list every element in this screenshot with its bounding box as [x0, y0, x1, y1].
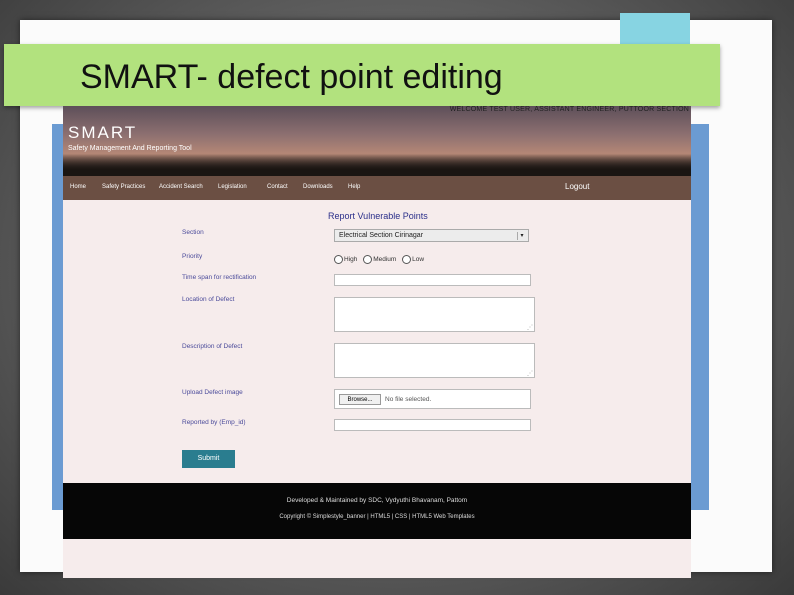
site-tagline: Safety Management And Reporting Tool: [68, 145, 192, 152]
site-logo: SMART: [68, 123, 138, 142]
priority-medium-label: Medium: [373, 256, 397, 263]
location-textarea[interactable]: ⋰: [334, 297, 535, 332]
submit-button[interactable]: Submit: [182, 450, 235, 468]
upload-label: Upload Defect image: [182, 389, 243, 396]
timespan-label: Time span for rectification: [182, 274, 257, 281]
nav-accident-search[interactable]: Accident Search: [159, 184, 203, 190]
welcome-text: WELCOME TEST USER, ASSISTANT ENGINEER, P…: [449, 106, 689, 113]
reported-by-input[interactable]: [334, 419, 531, 431]
form-title: Report Vulnerable Points: [328, 211, 428, 221]
nav-legislation[interactable]: Legislation: [218, 184, 247, 190]
website-screenshot: WELCOME TEST USER, ASSISTANT ENGINEER, P…: [63, 106, 691, 578]
slide-title-bar: SMART- defect point editing: [4, 44, 720, 106]
footer-credit: Developed & Maintained by SDC, Vydyuthi …: [286, 497, 468, 504]
slide-background: SMART- defect point editing WELCOME TEST…: [0, 0, 794, 595]
priority-low-radio[interactable]: [402, 255, 412, 264]
logout-link[interactable]: Logout: [565, 182, 589, 191]
priority-high-label: High: [344, 256, 358, 263]
nav-contact[interactable]: Contact: [267, 184, 288, 190]
priority-medium-radio[interactable]: [363, 255, 373, 264]
decorative-cyan-block: [620, 13, 690, 47]
resize-grip-icon[interactable]: ⋰: [527, 324, 533, 331]
nav-safety-practices[interactable]: Safety Practices: [102, 184, 145, 190]
footer-copyright: Copyright © Simplestyle_banner | HTML5 |…: [279, 514, 475, 520]
section-select[interactable]: Electrical Section Cirinagar ▾: [334, 229, 529, 242]
priority-radio-group: High Medium Low: [334, 255, 428, 264]
nav-downloads[interactable]: Downloads: [303, 184, 333, 190]
resize-grip-icon[interactable]: ⋰: [527, 370, 533, 377]
upload-file-input[interactable]: Browse... No file selected.: [334, 389, 531, 409]
timespan-input[interactable]: [334, 274, 531, 286]
description-label: Description of Defect: [182, 343, 243, 350]
description-textarea[interactable]: ⋰: [334, 343, 535, 378]
chevron-down-icon: ▾: [517, 232, 526, 240]
browse-button[interactable]: Browse...: [339, 394, 381, 405]
priority-low-label: Low: [412, 256, 425, 263]
section-label: Section: [182, 229, 204, 236]
site-footer: Developed & Maintained by SDC, Vydyuthi …: [63, 483, 691, 539]
site-banner: WELCOME TEST USER, ASSISTANT ENGINEER, P…: [63, 106, 691, 176]
nav-help[interactable]: Help: [348, 184, 360, 190]
nav-home[interactable]: Home: [70, 184, 86, 190]
reported-by-label: Reported by (Emp_id): [182, 419, 246, 426]
priority-label: Priority: [182, 253, 203, 260]
main-nav: Home Safety Practices Accident Search Le…: [63, 176, 691, 200]
location-label: Location of Defect: [182, 296, 235, 303]
no-file-text: No file selected.: [385, 396, 432, 403]
banner-treeline: [63, 154, 691, 176]
slide-title: SMART- defect point editing: [80, 58, 503, 96]
section-select-value: Electrical Section Cirinagar: [339, 232, 424, 239]
priority-high-radio[interactable]: [334, 255, 343, 264]
